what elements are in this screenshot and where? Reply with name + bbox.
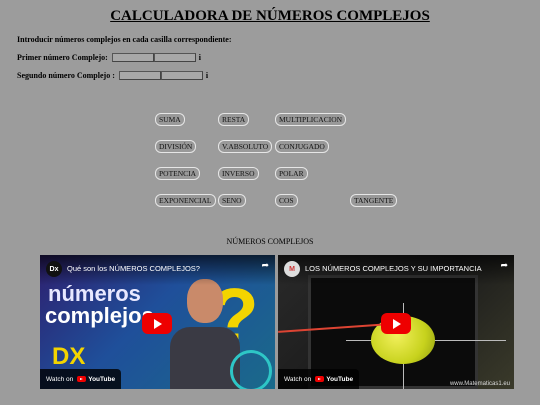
channel-logo[interactable]: M <box>284 261 300 277</box>
watch-on-youtube-bar[interactable]: Watch on YouTube <box>278 369 360 389</box>
seno-button[interactable]: SENO <box>218 194 246 207</box>
channel-logo[interactable]: Dx <box>46 261 62 277</box>
first-imag-input[interactable] <box>153 53 196 62</box>
polar-button[interactable]: POLAR <box>275 167 308 180</box>
page-title: CALCULADORA DE NÚMEROS COMPLEJOS <box>110 8 430 24</box>
youtube-logo: YouTube <box>315 376 353 383</box>
dx-badge: DX <box>52 343 86 370</box>
watch-on-youtube-bar[interactable]: Watch on YouTube <box>40 369 122 389</box>
second-real-input[interactable] <box>118 71 161 80</box>
division-button[interactable]: DIVISIÓN <box>155 140 197 153</box>
video-title[interactable]: Qué son los NÚMEROS COMPLEJOS? <box>67 264 257 273</box>
videos-section-title: NÚMEROS COMPLEJOS <box>226 237 314 246</box>
first-complex-row: Primer número Complejo: i <box>17 53 201 62</box>
instructions-text: Introducir números complejos en cada cas… <box>17 35 232 44</box>
video-header: Dx Qué son los NÚMEROS COMPLEJOS? ➦ <box>40 255 275 285</box>
second-complex-row: Segundo número Complejo : i <box>17 71 208 80</box>
share-icon[interactable]: ➦ <box>261 261 269 271</box>
first-imag-unit: i <box>198 53 202 62</box>
video-embed-que-son-complejos[interactable]: ? números complejos DX Dx Qué son los NÚ… <box>40 255 275 389</box>
youtube-logo: YouTube <box>77 376 115 383</box>
first-complex-label: Primer número Complejo: <box>17 53 108 62</box>
watch-on-label: Watch on <box>46 375 74 383</box>
valor-absoluto-button[interactable]: V.ABSOLUTO <box>218 140 273 153</box>
watermark-text: www.Matematicas1.eu <box>449 381 510 387</box>
video-embed-importancia-complejos[interactable]: M LOS NÚMEROS COMPLEJOS Y SU IMPORTANCIA… <box>278 255 514 389</box>
conjugado-button[interactable]: CONJUGADO <box>275 140 329 153</box>
suma-button[interactable]: SUMA <box>155 113 185 126</box>
second-imag-unit: i <box>205 71 209 80</box>
video-header: M LOS NÚMEROS COMPLEJOS Y SU IMPORTANCIA… <box>278 255 514 285</box>
play-button[interactable] <box>381 313 411 334</box>
share-icon[interactable]: ➦ <box>500 261 508 271</box>
inverso-button[interactable]: INVERSO <box>218 167 259 180</box>
thumbnail-text-complejos: complejos <box>45 303 154 328</box>
first-real-input[interactable] <box>111 53 154 62</box>
exponencial-button[interactable]: EXPONENCIAL <box>155 194 216 207</box>
tangente-button[interactable]: TANGENTE <box>350 194 398 207</box>
play-button[interactable] <box>142 313 172 334</box>
youtube-icon <box>77 376 87 382</box>
thumbnail-text-numeros: números <box>48 281 141 306</box>
watch-on-label: Watch on <box>284 375 312 383</box>
resta-button[interactable]: RESTA <box>218 113 250 126</box>
video-title[interactable]: LOS NÚMEROS COMPLEJOS Y SU IMPORTANCIA <box>305 264 496 273</box>
cos-button[interactable]: COS <box>275 194 298 207</box>
second-complex-label: Segundo número Complejo : <box>17 71 115 80</box>
circuit-graphic <box>230 350 272 389</box>
second-imag-input[interactable] <box>160 71 203 80</box>
multiplicacion-button[interactable]: MULTIPLICACION <box>275 113 347 126</box>
youtube-icon <box>315 376 325 382</box>
potencia-button[interactable]: POTENCIA <box>155 167 201 180</box>
